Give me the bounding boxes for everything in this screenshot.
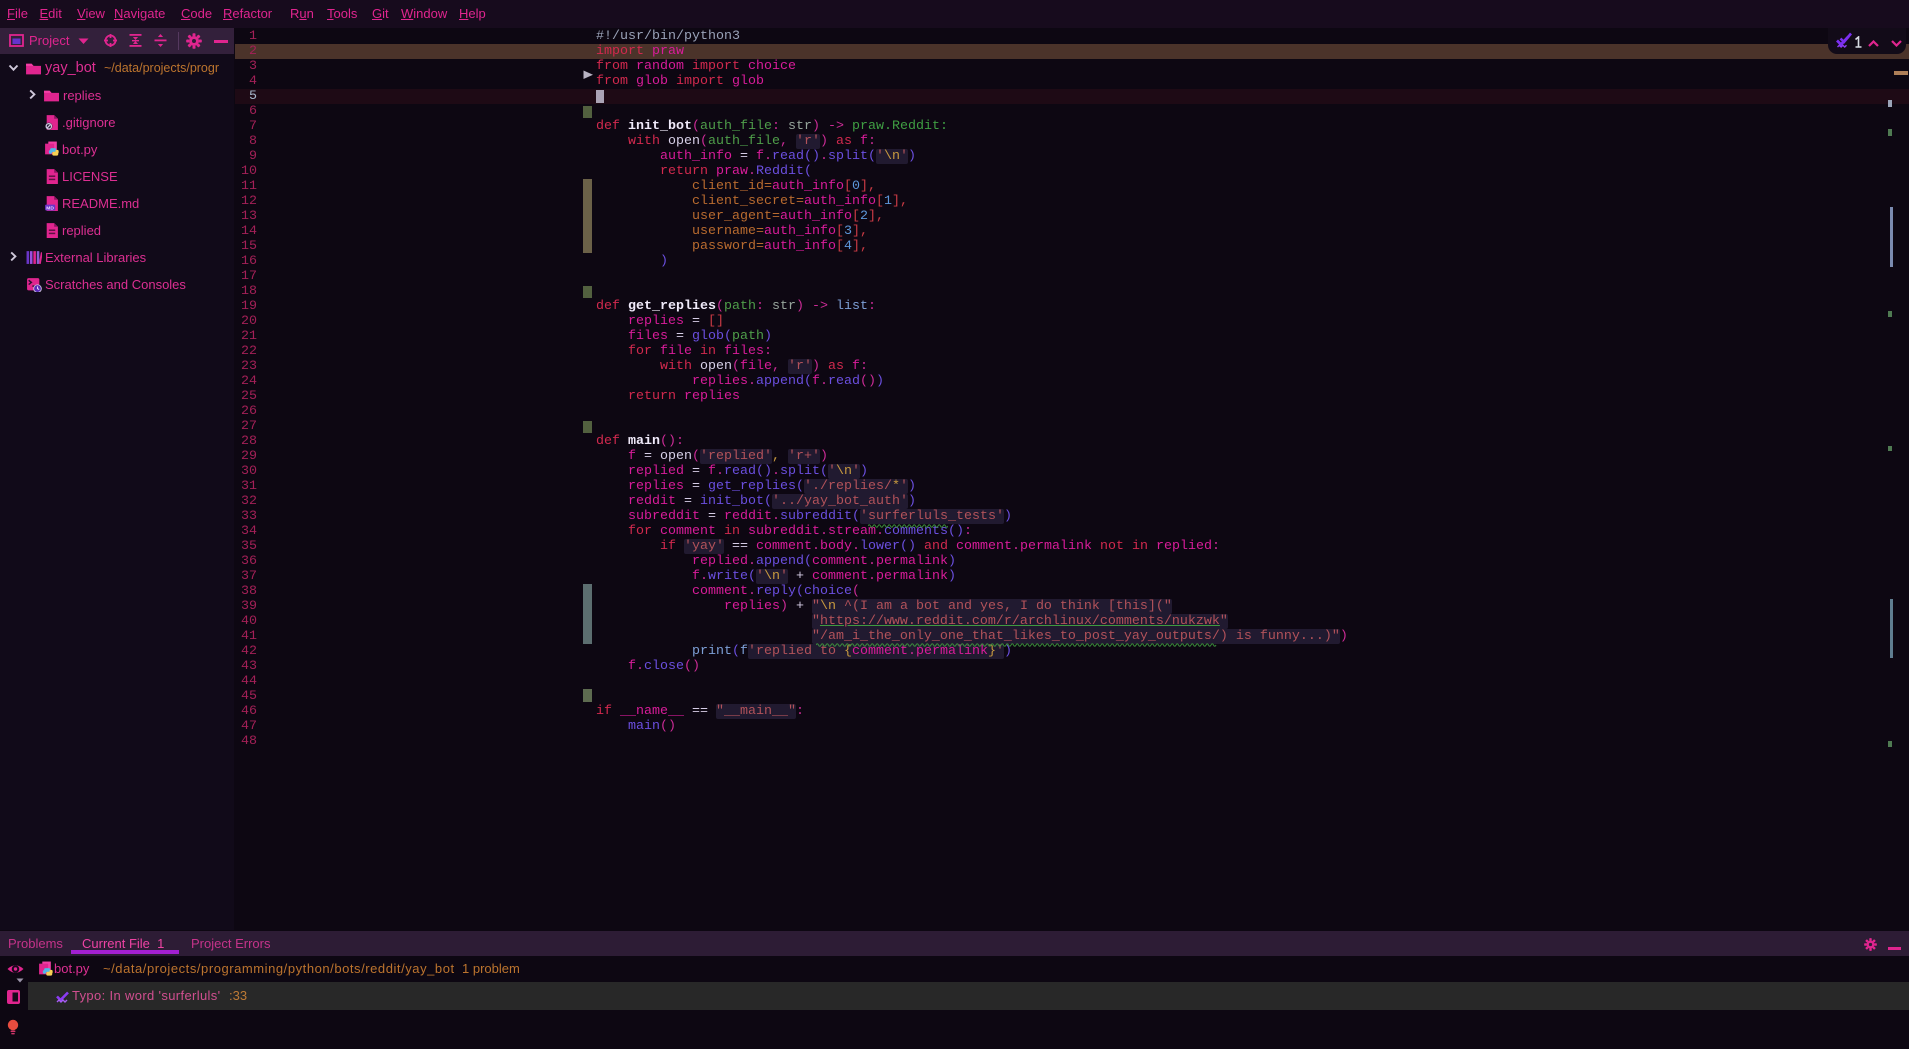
- svg-text:MD: MD: [46, 205, 54, 211]
